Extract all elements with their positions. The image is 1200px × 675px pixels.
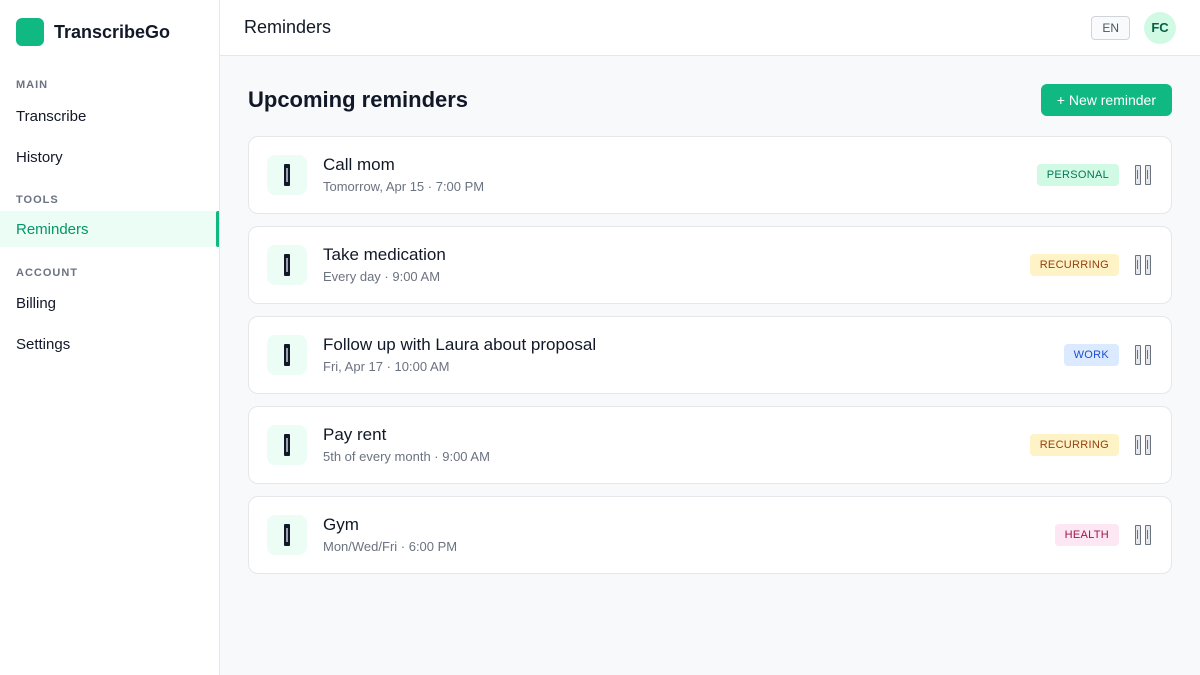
reminder-actions-icon[interactable]: [1135, 435, 1151, 455]
reminder-title: Take medication: [323, 245, 446, 264]
sidebar: TranscribeGo MAIN Transcribe History TOO…: [0, 0, 220, 675]
avatar[interactable]: FC: [1144, 11, 1176, 44]
brand-logo-icon: [16, 18, 44, 46]
reminder-schedule: Tomorrow, Apr 15 · 7:00 PM: [323, 179, 485, 194]
reminder-card[interactable]: Take medication Every day · 9:00 AM RECU…: [248, 226, 1172, 304]
reminder-card[interactable]: Follow up with Laura about proposal Fri,…: [248, 316, 1172, 394]
section-heading: Upcoming reminders: [248, 87, 469, 112]
reminder-text: Gym Mon/Wed/Fri · 6:00 PM: [323, 514, 1055, 556]
reminder-actions-icon[interactable]: [1135, 255, 1151, 275]
reminder-text: Call mom Tomorrow, Apr 15 · 7:00 PM: [323, 154, 1037, 196]
reminder-schedule: Every day · 9:00 AM: [323, 269, 441, 284]
content-header: Upcoming reminders + New reminder: [248, 84, 1172, 116]
bell-icon: [267, 245, 307, 285]
reminder-tag: WORK: [1063, 344, 1119, 366]
reminder-actions-icon[interactable]: [1135, 345, 1151, 365]
reminder-title: Gym: [323, 515, 359, 534]
app-root: TranscribeGo MAIN Transcribe History TOO…: [0, 0, 1200, 675]
sidebar-item-transcribe[interactable]: Transcribe: [0, 98, 219, 134]
brand-name: TranscribeGo: [54, 21, 171, 42]
reminder-card[interactable]: Call mom Tomorrow, Apr 15 · 7:00 PM PERS…: [248, 136, 1172, 214]
topbar: Reminders EN FC: [220, 0, 1200, 56]
reminder-title: Pay rent: [323, 425, 387, 444]
nav-section-label: MAIN: [16, 79, 49, 91]
nav-section-label: TOOLS: [16, 194, 59, 206]
brand[interactable]: TranscribeGo: [0, 0, 219, 64]
reminder-schedule: Fri, Apr 17 · 10:00 AM: [323, 359, 450, 374]
bell-icon: [267, 425, 307, 465]
reminder-text: Take medication Every day · 9:00 AM: [323, 244, 1030, 286]
nav-section-account: ACCOUNT Billing Settings: [0, 266, 219, 362]
reminder-title: Follow up with Laura about proposal: [323, 335, 597, 354]
page-title: Reminders: [244, 17, 332, 37]
new-reminder-button[interactable]: + New reminder: [1040, 84, 1172, 116]
reminder-actions-icon[interactable]: [1135, 525, 1151, 545]
reminder-tag: HEALTH: [1054, 524, 1119, 546]
reminder-title: Call mom: [323, 155, 395, 174]
sidebar-item-reminders[interactable]: Reminders: [0, 211, 219, 247]
nav-section-label: ACCOUNT: [16, 267, 78, 279]
reminder-tag: RECURRING: [1029, 254, 1119, 276]
sidebar-item-settings[interactable]: Settings: [0, 326, 219, 362]
content: Upcoming reminders + New reminder Call m…: [220, 56, 1200, 586]
reminder-text: Pay rent 5th of every month · 9:00 AM: [323, 424, 1030, 466]
bell-icon: [267, 515, 307, 555]
reminder-tag: PERSONAL: [1036, 164, 1119, 186]
nav-section-tools: TOOLS Reminders: [0, 193, 219, 247]
sidebar-item-billing[interactable]: Billing: [0, 285, 219, 321]
nav-section-main: MAIN Transcribe History: [0, 78, 219, 175]
bell-icon: [267, 155, 307, 195]
reminder-card[interactable]: Pay rent 5th of every month · 9:00 AM RE…: [248, 406, 1172, 484]
reminder-tag: RECURRING: [1029, 434, 1119, 456]
reminder-schedule: Mon/Wed/Fri · 6:00 PM: [323, 539, 458, 554]
reminder-list: Call mom Tomorrow, Apr 15 · 7:00 PM PERS…: [248, 136, 1172, 574]
bell-icon: [267, 335, 307, 375]
reminder-schedule: 5th of every month · 9:00 AM: [323, 449, 490, 464]
reminder-card[interactable]: Gym Mon/Wed/Fri · 6:00 PM HEALTH: [248, 496, 1172, 574]
language-button[interactable]: EN: [1091, 15, 1130, 40]
main: Reminders EN FC Upcoming reminders + New…: [220, 0, 1200, 675]
reminder-text: Follow up with Laura about proposal Fri,…: [323, 334, 1064, 376]
reminder-actions-icon[interactable]: [1135, 165, 1151, 185]
sidebar-item-history[interactable]: History: [0, 139, 219, 175]
